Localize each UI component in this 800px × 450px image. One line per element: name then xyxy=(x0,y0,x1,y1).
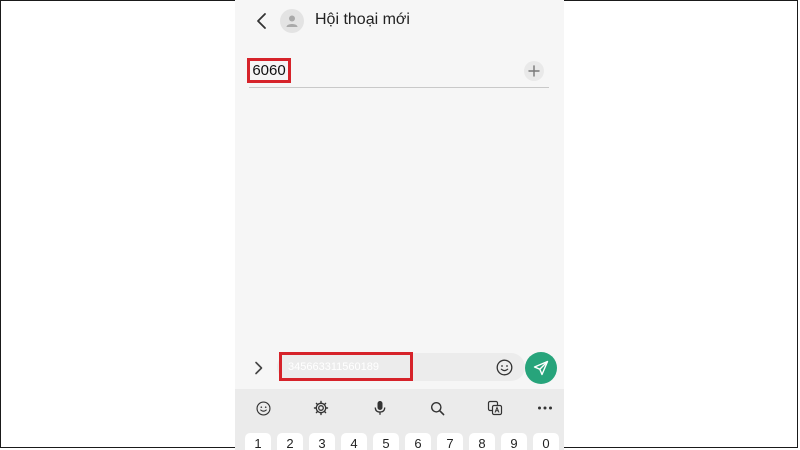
page-title: Hội thoại mới xyxy=(315,11,410,28)
plus-icon xyxy=(528,65,540,77)
emoji-button[interactable] xyxy=(495,358,513,376)
keyboard-more-button[interactable] xyxy=(533,397,557,419)
keyboard-emoji-button[interactable] xyxy=(251,397,275,419)
microphone-icon xyxy=(374,401,386,415)
avatar xyxy=(280,9,304,33)
smiley-icon xyxy=(255,400,271,416)
messaging-screen: Hội thoại mới 6060 345663311560189 1 2 3… xyxy=(235,0,564,450)
key-9[interactable]: 9 xyxy=(501,433,527,450)
key-4[interactable]: 4 xyxy=(341,433,367,450)
send-button[interactable] xyxy=(525,352,557,384)
search-icon xyxy=(430,401,444,415)
translate-button[interactable] xyxy=(483,397,507,419)
send-icon xyxy=(533,360,549,376)
add-recipient-button[interactable] xyxy=(524,61,544,81)
chevron-right-icon xyxy=(254,361,262,375)
smiley-icon xyxy=(496,359,512,375)
back-button[interactable] xyxy=(252,11,270,31)
chevron-left-icon xyxy=(257,13,266,29)
key-3[interactable]: 3 xyxy=(309,433,335,450)
recipient-field[interactable]: 6060 xyxy=(247,58,291,83)
more-icon xyxy=(538,406,552,410)
keyboard: 1 2 3 4 5 6 7 8 9 0 xyxy=(235,389,564,450)
keyboard-search-button[interactable] xyxy=(425,397,449,419)
recipient-divider xyxy=(249,87,549,88)
message-input[interactable] xyxy=(279,352,413,381)
key-0[interactable]: 0 xyxy=(533,433,559,450)
key-1[interactable]: 1 xyxy=(245,433,271,450)
key-8[interactable]: 8 xyxy=(469,433,495,450)
key-7[interactable]: 7 xyxy=(437,433,463,450)
translate-icon xyxy=(487,400,503,416)
person-icon xyxy=(286,15,298,27)
gear-icon xyxy=(313,400,329,416)
number-key-row: 1 2 3 4 5 6 7 8 9 0 xyxy=(241,433,561,450)
key-2[interactable]: 2 xyxy=(277,433,303,450)
voice-input-button[interactable] xyxy=(368,397,392,419)
key-6[interactable]: 6 xyxy=(405,433,431,450)
key-5[interactable]: 5 xyxy=(373,433,399,450)
expand-button[interactable] xyxy=(251,358,265,378)
keyboard-settings-button[interactable] xyxy=(309,397,333,419)
